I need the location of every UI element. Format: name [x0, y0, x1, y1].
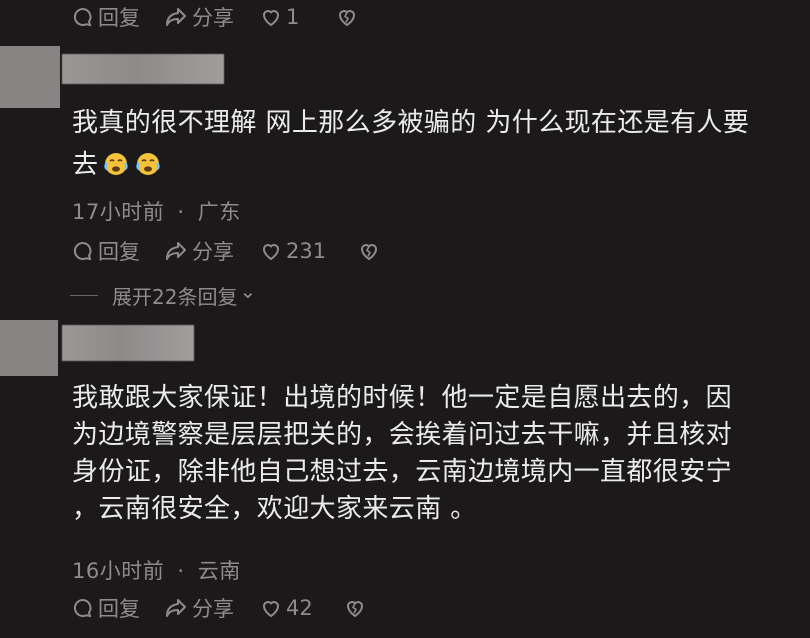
share-button[interactable]: 分享	[164, 236, 260, 266]
comment-body: 我真的很不理解 网上那么多被骗的 为什么现在还是有人要 去	[72, 105, 749, 187]
heart-icon	[262, 10, 280, 27]
reply-label: 回复	[98, 6, 140, 30]
prev-comment-actions: 回复 分享 1	[72, 2, 358, 32]
like-button[interactable]: 231	[260, 239, 352, 263]
comment-line-text: 去	[72, 150, 99, 180]
share-label: 分享	[192, 6, 234, 30]
share-arrow-icon	[166, 599, 186, 617]
avatar[interactable]	[0, 320, 58, 376]
comment-line: 为边境警察是层层把关的，会挨着问过去干嘛，并且核对	[72, 420, 733, 450]
location: 广东	[197, 200, 241, 224]
reply-bubble-icon	[73, 7, 92, 27]
comment-line: 身份证，除非他自己想过去，云南边境境内一直都很安宁	[72, 457, 733, 487]
comment-line: 去	[72, 147, 749, 187]
username-redacted[interactable]	[62, 325, 194, 361]
crying-face-emoji	[102, 151, 130, 187]
share-arrow-icon	[166, 242, 186, 260]
share-button[interactable]: 分享	[164, 2, 260, 32]
chevron-down-icon: ⌄	[239, 279, 257, 303]
broken-heart-icon	[346, 601, 364, 618]
reply-bubble-icon	[73, 598, 92, 618]
avatar[interactable]	[0, 46, 60, 108]
dislike-button[interactable]	[336, 6, 358, 28]
comment-line: 我真的很不理解 网上那么多被骗的 为什么现在还是有人要	[72, 108, 750, 138]
comment-actions: 回复 分享 42	[72, 593, 366, 623]
comment-body: 我敢跟大家保证！出境的时候！他一定是自愿出去的，因 为边境警察是层层把关的，会挨…	[72, 380, 732, 528]
dislike-button[interactable]	[344, 597, 366, 619]
reply-button[interactable]: 回复	[72, 2, 164, 32]
like-button[interactable]: 1	[260, 5, 330, 29]
like-button[interactable]: 42	[260, 596, 338, 620]
share-button[interactable]: 分享	[164, 593, 260, 623]
reply-label: 回复	[98, 597, 140, 621]
heart-icon	[262, 601, 280, 618]
like-count: 1	[286, 5, 300, 29]
like-count: 42	[286, 596, 313, 620]
comment-line: ，云南很安全，欢迎大家来云南 。	[72, 494, 477, 524]
meta-separator: ·	[177, 200, 185, 224]
share-label: 分享	[192, 597, 234, 621]
reply-bubble-icon	[73, 241, 92, 261]
share-arrow-icon	[166, 8, 186, 26]
comment-meta: 17小时前 · 广东	[72, 196, 241, 226]
broken-heart-icon	[338, 10, 356, 27]
dislike-button[interactable]	[358, 240, 380, 262]
broken-heart-icon	[360, 244, 378, 261]
timestamp: 17小时前	[72, 200, 165, 224]
location: 云南	[197, 559, 241, 583]
meta-separator: ·	[177, 559, 185, 583]
timestamp: 16小时前	[72, 559, 165, 583]
share-label: 分享	[192, 240, 234, 264]
divider	[70, 294, 98, 296]
reply-button[interactable]: 回复	[72, 593, 164, 623]
comment-line: 我敢跟大家保证！出境的时候！他一定是自愿出去的，因	[72, 383, 733, 413]
crying-face-emoji	[134, 151, 162, 187]
username-redacted[interactable]	[62, 54, 224, 84]
reply-button[interactable]: 回复	[72, 236, 164, 266]
comment-actions: 回复 分享 231	[72, 236, 380, 266]
heart-icon	[262, 244, 280, 261]
comment-meta: 16小时前 · 云南	[72, 555, 241, 585]
like-count: 231	[286, 239, 327, 263]
expand-replies-button[interactable]: 展开22条回复 ⌄	[70, 279, 257, 310]
expand-replies-label: 展开22条回复	[112, 284, 238, 309]
reply-label: 回复	[98, 240, 140, 264]
